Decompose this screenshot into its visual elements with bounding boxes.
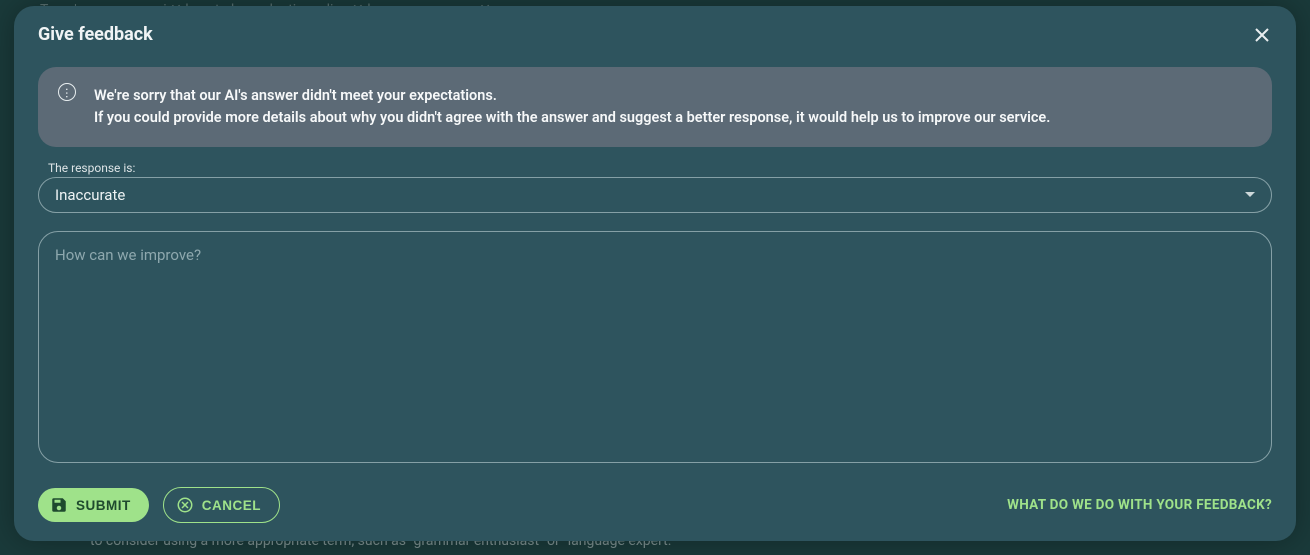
- submit-button-label: Submit: [76, 498, 131, 513]
- info-box: We're sorry that our AI's answer didn't …: [38, 67, 1272, 147]
- feedback-modal: Give feedback We're sorry that our AI's …: [14, 6, 1296, 541]
- cancel-button-label: Cancel: [202, 498, 261, 513]
- info-line-1: We're sorry that our AI's answer didn't …: [94, 87, 497, 104]
- response-select-value: Inaccurate: [55, 186, 125, 204]
- submit-button[interactable]: Submit: [38, 488, 149, 522]
- info-line-2: If you could provide more details about …: [94, 109, 1050, 126]
- modal-footer: Submit Cancel What do we do with your fe…: [38, 487, 1272, 523]
- info-text: We're sorry that our AI's answer didn't …: [94, 85, 1252, 129]
- response-field-label: The response is:: [48, 161, 1262, 175]
- sad-face-icon: [58, 83, 76, 101]
- save-icon: [50, 496, 68, 514]
- close-button[interactable]: [1252, 25, 1272, 45]
- improve-textarea[interactable]: [38, 231, 1272, 464]
- response-select[interactable]: Inaccurate: [38, 177, 1272, 213]
- cancel-icon: [176, 496, 194, 514]
- footer-actions: Submit Cancel: [38, 487, 280, 523]
- improve-textarea-wrap: [38, 231, 1272, 464]
- modal-title: Give feedback: [38, 24, 153, 45]
- chevron-down-icon: [1245, 192, 1255, 197]
- cancel-button[interactable]: Cancel: [163, 487, 280, 523]
- modal-header: Give feedback: [38, 24, 1272, 45]
- feedback-info-link[interactable]: What do we do with your feedback?: [1007, 497, 1272, 513]
- close-icon: [1254, 27, 1270, 43]
